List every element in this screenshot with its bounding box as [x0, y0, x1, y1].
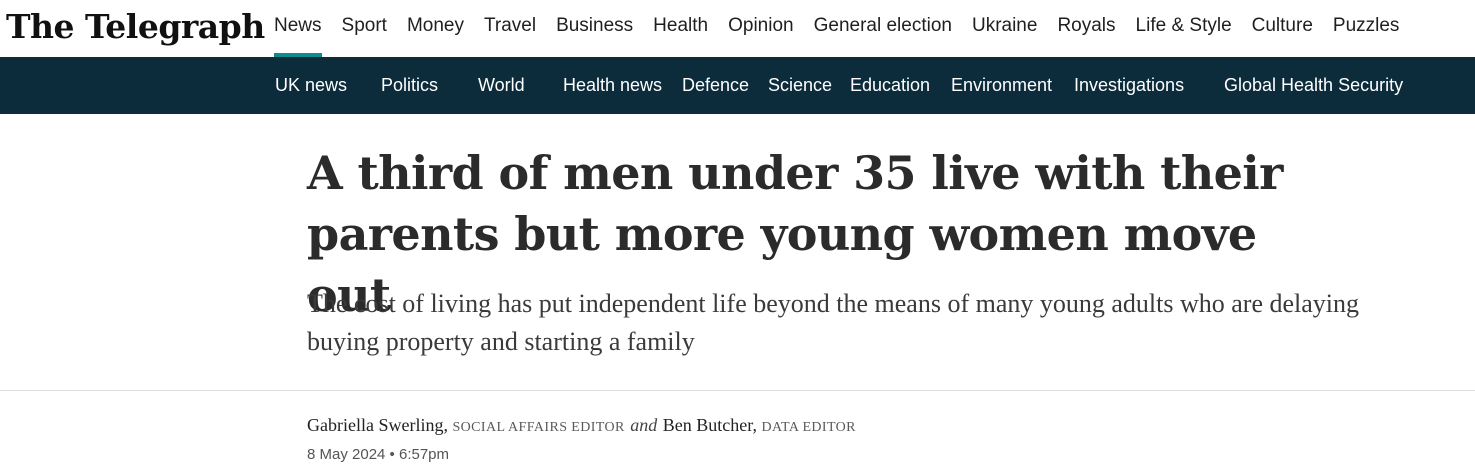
author-role: Data Editor [761, 420, 856, 435]
nav-item-business[interactable]: Business [546, 0, 643, 57]
nav-item-health[interactable]: Health [643, 0, 718, 57]
nav-item-news[interactable]: News [264, 0, 332, 57]
nav-item-general-election[interactable]: General election [804, 0, 962, 57]
byline-conjunction: and [630, 415, 658, 435]
section-item-environment[interactable]: Environment [951, 57, 1052, 114]
author-role: Social Affairs Editor [452, 420, 625, 435]
byline: Gabriella Swerling, Social Affairs Edito… [307, 415, 856, 435]
article-standfirst: The cost of living has put independent l… [307, 289, 1360, 356]
section-item-investigations[interactable]: Investigations [1074, 57, 1184, 114]
author-link-ben-butcher[interactable]: Ben Butcher [663, 415, 753, 435]
top-navigation-bar: The Telegraph News Sport Money Travel Bu… [0, 0, 1475, 57]
section-item-uk-news[interactable]: UK news [275, 57, 347, 114]
section-navigation-bar: UK news Politics World Health news Defen… [0, 57, 1475, 114]
nav-item-money[interactable]: Money [397, 0, 474, 57]
nav-overflow-fade [1445, 0, 1475, 57]
divider [0, 390, 1475, 391]
section-item-science[interactable]: Science [768, 57, 832, 114]
section-item-world[interactable]: World [478, 57, 525, 114]
section-item-health-news[interactable]: Health news [563, 57, 662, 114]
nav-item-royals[interactable]: Royals [1047, 0, 1125, 57]
main-nav: News Sport Money Travel Business Health … [264, 0, 1409, 57]
section-item-politics[interactable]: Politics [381, 57, 438, 114]
nav-item-ukraine[interactable]: Ukraine [962, 0, 1047, 57]
section-item-defence[interactable]: Defence [682, 57, 749, 114]
nav-item-culture[interactable]: Culture [1242, 0, 1323, 57]
telegraph-logo[interactable]: The Telegraph [6, 5, 265, 49]
section-item-global-health-security[interactable]: Global Health Security [1224, 57, 1403, 114]
nav-item-sport[interactable]: Sport [332, 0, 397, 57]
author-link-gabriella-swerling[interactable]: Gabriella Swerling [307, 415, 443, 435]
nav-item-travel[interactable]: Travel [474, 0, 546, 57]
publish-date: 8 May 2024 • 6:57pm [307, 446, 450, 463]
section-item-education[interactable]: Education [850, 57, 930, 114]
nav-item-puzzles[interactable]: Puzzles [1323, 0, 1410, 57]
nav-item-opinion[interactable]: Opinion [718, 0, 804, 57]
nav-item-life-and-style[interactable]: Life & Style [1126, 0, 1242, 57]
